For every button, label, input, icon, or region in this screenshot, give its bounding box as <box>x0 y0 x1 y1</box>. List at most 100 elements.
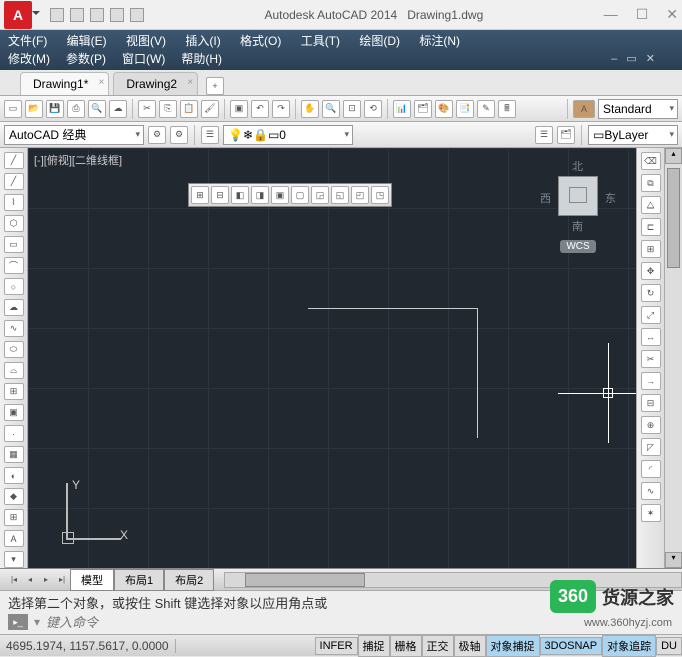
pan-icon[interactable]: ✋ <box>301 100 319 118</box>
pline-icon[interactable]: ⌇ <box>4 194 24 211</box>
hatch-icon[interactable]: ▦ <box>4 446 24 463</box>
designcenter-icon[interactable]: 🗂 <box>414 100 432 118</box>
layer-combo[interactable]: 💡❄🔒▭ 0 <box>223 125 353 145</box>
layer-props-icon[interactable]: ☰ <box>201 126 219 144</box>
menu-edit[interactable]: 编辑(E) <box>67 34 107 48</box>
offset-icon[interactable]: ⊏ <box>641 218 661 236</box>
circle-icon[interactable]: ○ <box>4 278 24 295</box>
menu-insert[interactable]: 插入(I) <box>185 34 220 48</box>
view-bottom-icon[interactable]: ⊟ <box>211 186 229 204</box>
doctab-drawing2[interactable]: Drawing2× <box>113 72 198 95</box>
app-logo[interactable]: A <box>4 1 32 29</box>
tab-prev-icon[interactable]: ◂ <box>22 572 38 588</box>
ucs-icon[interactable]: Y X <box>58 478 128 548</box>
match-icon[interactable]: 🖌 <box>201 100 219 118</box>
move-icon[interactable]: ✥ <box>641 262 661 280</box>
stretch-icon[interactable]: ↔ <box>641 328 661 346</box>
ellipse-icon[interactable]: ⬭ <box>4 341 24 358</box>
command-icon[interactable]: ▸_ <box>8 614 28 630</box>
view-toolbar-floating[interactable]: ⊞ ⊟ ◧ ◨ ▣ ▢ ◲ ◱ ◰ ◳ <box>188 183 392 207</box>
preview-icon[interactable]: 🔍 <box>88 100 106 118</box>
toolpalette-icon[interactable]: 🎨 <box>435 100 453 118</box>
line-icon[interactable]: ╱ <box>4 152 24 169</box>
calc-icon[interactable]: 🖩 <box>498 100 516 118</box>
ws-settings-icon[interactable]: ⚙ <box>148 126 166 144</box>
menu-dimension[interactable]: 标注(N) <box>419 34 460 48</box>
view-se-icon[interactable]: ◱ <box>331 186 349 204</box>
mtext-icon[interactable]: A <box>4 530 24 547</box>
status-3dosnap[interactable]: 3DOSNAP <box>540 637 603 655</box>
spline-icon[interactable]: ∿ <box>4 320 24 337</box>
new-icon[interactable]: ▭ <box>4 100 22 118</box>
menu-tools[interactable]: 工具(T) <box>301 34 340 48</box>
menu-draw[interactable]: 绘图(D) <box>359 34 400 48</box>
tab-last-icon[interactable]: ▸| <box>54 572 70 588</box>
viewcube[interactable]: 北 西 东 南 WCS <box>540 158 616 253</box>
arc-icon[interactable]: ⌒ <box>4 257 24 274</box>
viewport-label[interactable]: [-][俯视][二维线框] <box>34 152 122 168</box>
view-top-icon[interactable]: ⊞ <box>191 186 209 204</box>
gradient-icon[interactable]: ◐ <box>4 467 24 484</box>
view-back-icon[interactable]: ▢ <box>291 186 309 204</box>
polygon-icon[interactable]: ⬡ <box>4 215 24 232</box>
qat-save-icon[interactable] <box>90 8 104 22</box>
point-icon[interactable]: · <box>4 425 24 442</box>
break-icon[interactable]: ⊟ <box>641 394 661 412</box>
view-ne-icon[interactable]: ◰ <box>351 186 369 204</box>
tab-next-icon[interactable]: ▸ <box>38 572 54 588</box>
tab-first-icon[interactable]: |◂ <box>6 572 22 588</box>
xline-icon[interactable]: ╱ <box>4 173 24 190</box>
join-icon[interactable]: ⊕ <box>641 416 661 434</box>
layout-2[interactable]: 布局2 <box>164 569 214 591</box>
region-icon[interactable]: ◆ <box>4 488 24 505</box>
new-tab-button[interactable]: + <box>206 77 224 95</box>
menu-modify[interactable]: 修改(M) <box>8 50 50 68</box>
viewcube-face[interactable] <box>558 176 598 216</box>
extend-icon[interactable]: → <box>641 372 661 390</box>
vertical-scrollbar[interactable]: ▴ ▾ <box>664 148 682 568</box>
scroll-thumb[interactable] <box>667 168 680 268</box>
maximize-icon[interactable]: ☐ <box>636 6 649 23</box>
view-sw-icon[interactable]: ◲ <box>311 186 329 204</box>
zoom-prev-icon[interactable]: ⟲ <box>364 100 382 118</box>
array-icon[interactable]: ⊞ <box>641 240 661 258</box>
copy-icon[interactable]: ⎘ <box>159 100 177 118</box>
cut-icon[interactable]: ✂ <box>138 100 156 118</box>
status-osnap[interactable]: 对象捕捉 <box>486 635 540 657</box>
view-right-icon[interactable]: ◨ <box>251 186 269 204</box>
close-icon[interactable]: ✕ <box>666 6 678 23</box>
copy-obj-icon[interactable]: ⧉ <box>641 174 661 192</box>
paste-icon[interactable]: 📋 <box>180 100 198 118</box>
table-icon[interactable]: ⊞ <box>4 509 24 526</box>
trim-icon[interactable]: ✂ <box>641 350 661 368</box>
color-combo[interactable]: ▭ ByLayer <box>588 125 678 145</box>
drawing-geometry[interactable] <box>477 308 478 438</box>
minimize-icon[interactable]: — <box>604 6 618 23</box>
view-front-icon[interactable]: ▣ <box>271 186 289 204</box>
save-icon[interactable]: 💾 <box>46 100 64 118</box>
wcs-badge[interactable]: WCS <box>560 240 595 253</box>
workspace-combo[interactable]: AutoCAD 经典 <box>4 125 144 145</box>
qat-open-icon[interactable] <box>70 8 84 22</box>
menu-parametric[interactable]: 参数(P) <box>66 50 106 68</box>
makeblock-icon[interactable]: ▣ <box>4 404 24 421</box>
revcloud-icon[interactable]: ☁ <box>4 299 24 316</box>
scale-icon[interactable]: ⤢ <box>641 306 661 324</box>
command-input[interactable] <box>46 615 674 630</box>
redo-icon[interactable]: ↷ <box>272 100 290 118</box>
block-icon[interactable]: ▣ <box>230 100 248 118</box>
qat-undo-icon[interactable] <box>110 8 124 22</box>
close-tab-icon[interactable]: × <box>187 77 193 88</box>
status-otrack[interactable]: 对象追踪 <box>602 635 656 657</box>
layer-iso-icon[interactable]: 🗂 <box>557 126 575 144</box>
chamfer-icon[interactable]: ◸ <box>641 438 661 456</box>
rotate-icon[interactable]: ↻ <box>641 284 661 302</box>
ellipsearc-icon[interactable]: ⌓ <box>4 362 24 379</box>
view-left-icon[interactable]: ◧ <box>231 186 249 204</box>
textstyle-icon[interactable]: A <box>573 100 595 118</box>
menu-window[interactable]: 窗口(W) <box>122 50 165 68</box>
properties-icon[interactable]: 📊 <box>393 100 411 118</box>
status-infer[interactable]: INFER <box>315 637 358 655</box>
layout-1[interactable]: 布局1 <box>114 569 164 591</box>
fillet-icon[interactable]: ◜ <box>641 460 661 478</box>
